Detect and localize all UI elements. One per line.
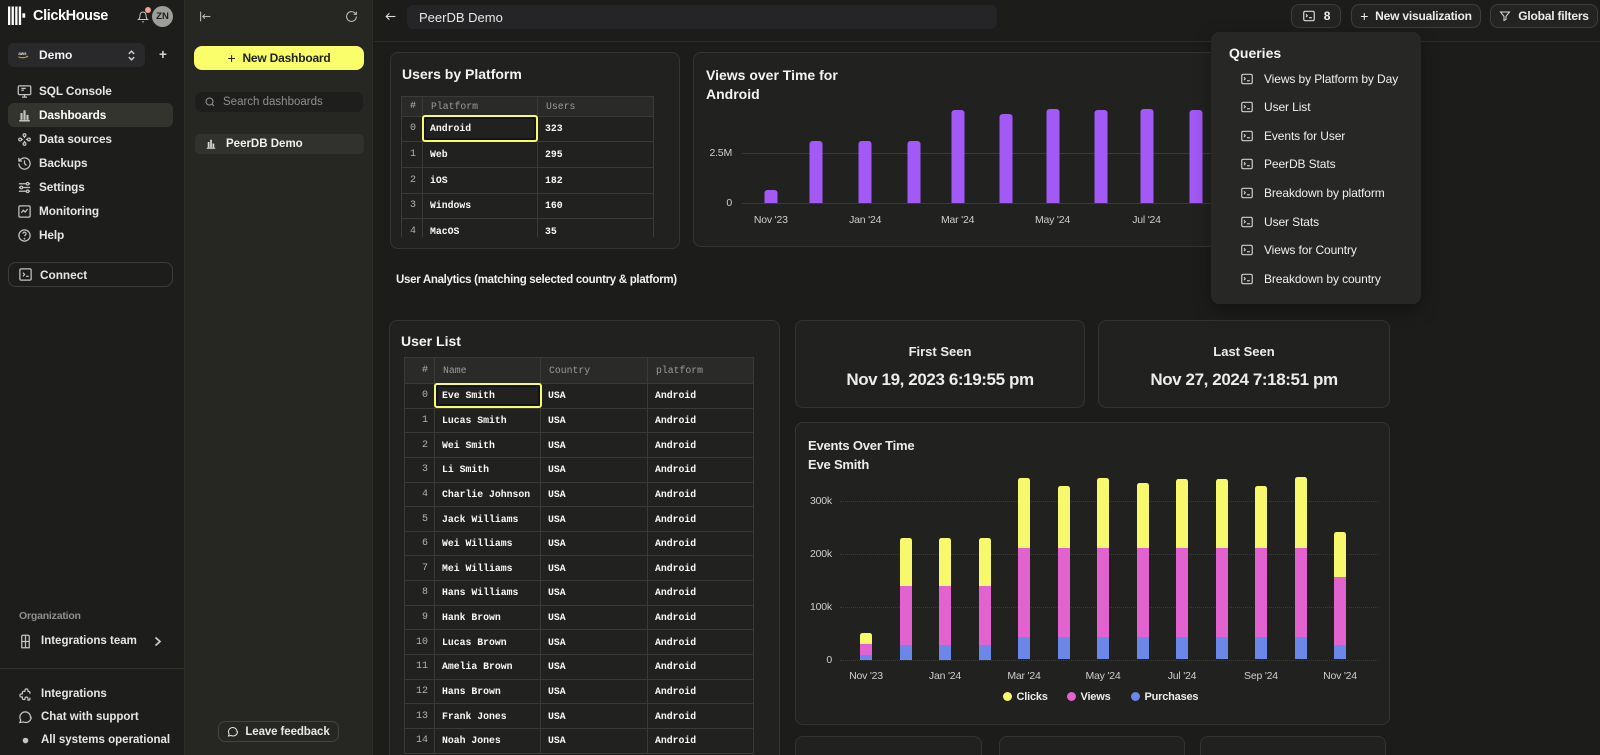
svg-text:aws: aws [18, 51, 27, 56]
